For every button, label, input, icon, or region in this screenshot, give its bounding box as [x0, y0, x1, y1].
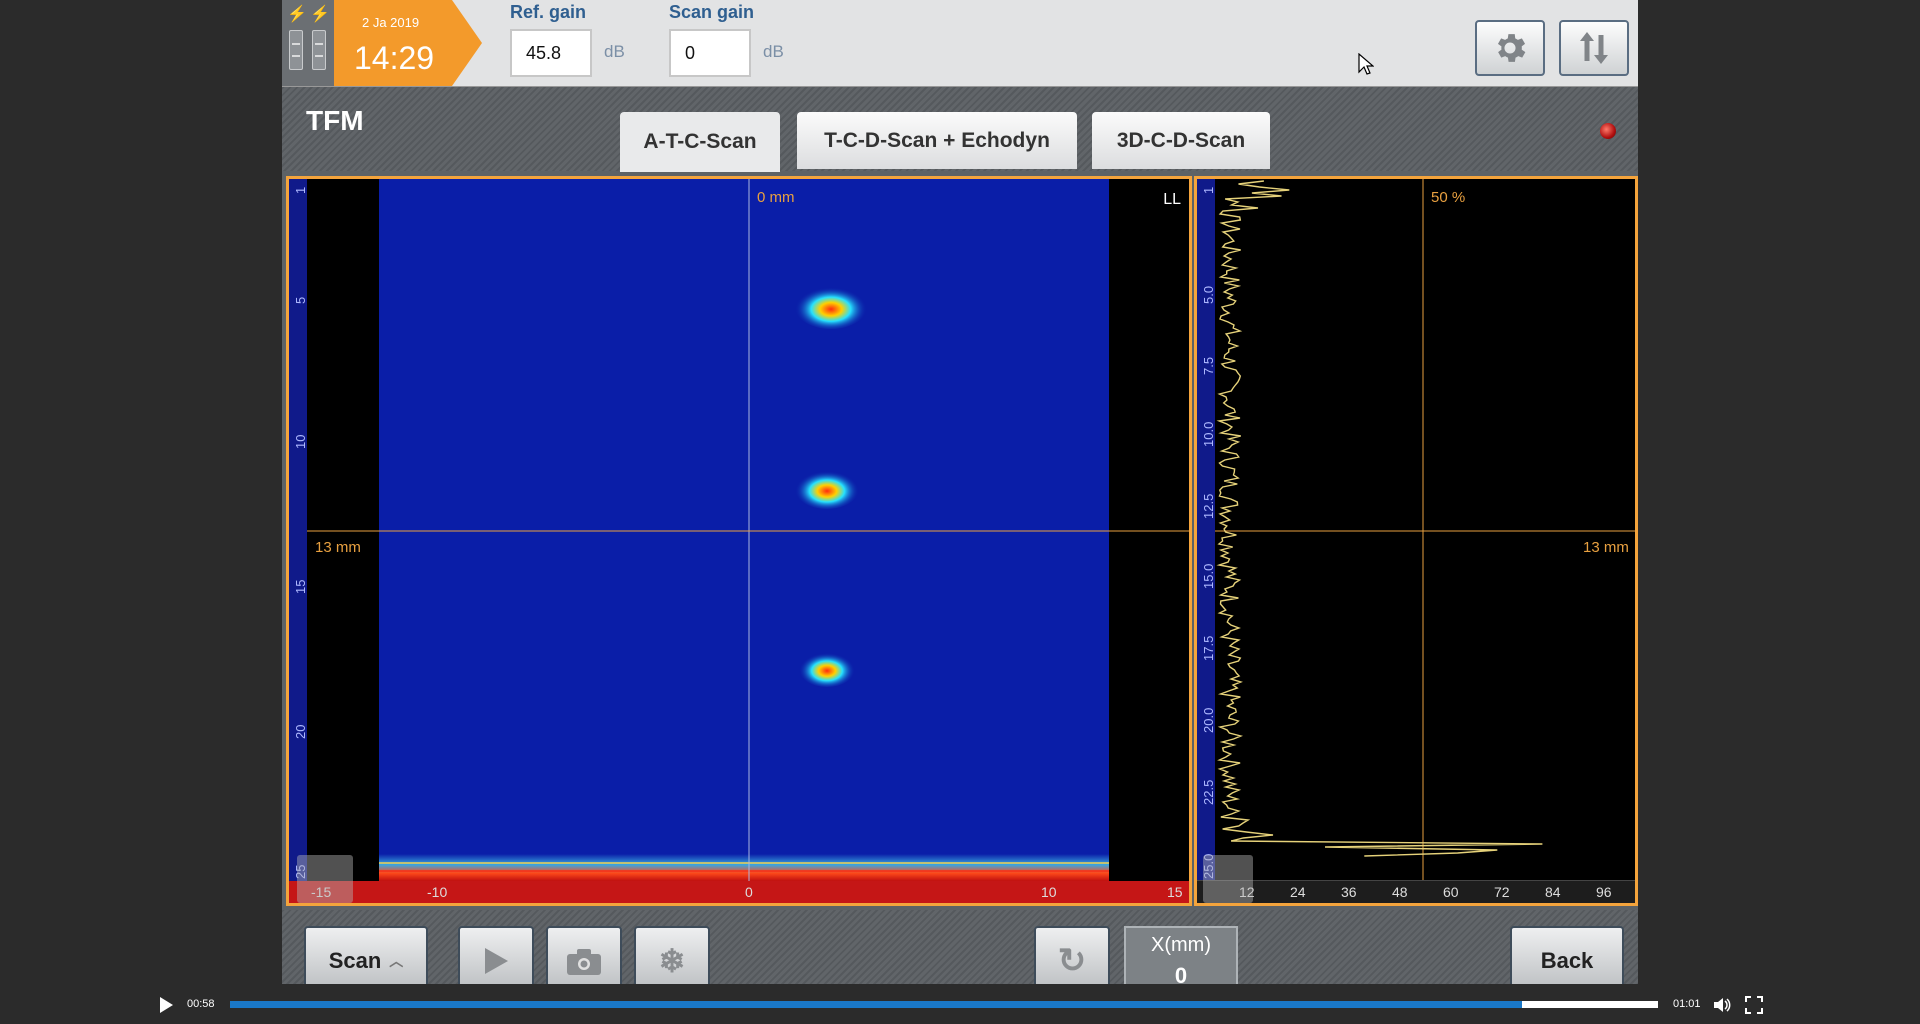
top-bar: ⚡ ⚡ 2 Ja 2019 14:29 Ref. gain 45.8 dB Sc…: [282, 0, 1638, 87]
depth-tick: 15: [293, 579, 308, 594]
depth-ruler: 1 5 10 15 20 25: [289, 179, 308, 881]
settings-button[interactable]: [1475, 20, 1545, 76]
transfer-button[interactable]: [1559, 20, 1629, 76]
freeze-button[interactable]: ❄: [634, 926, 710, 984]
charging-icon: ⚡: [310, 6, 330, 23]
bottom-toolbar: Scan ︿ ❄ ↻ X(mm) 0 Back: [282, 910, 1638, 984]
depth-tick: 22.5: [1201, 779, 1216, 805]
play-icon: [485, 948, 508, 974]
mouse-pointer-icon: [1358, 53, 1374, 75]
ascan-panel[interactable]: 1 5.0 7.5 10.0 12.5 15.0 17.5 20.0 22.5 …: [1194, 176, 1638, 906]
collapse-button[interactable]: [297, 855, 353, 903]
video-controls: 00:58 01:01: [0, 984, 1920, 1024]
date-time-badge: 2 Ja 2019 14:29: [334, 0, 482, 86]
charging-icon: ⚡: [287, 6, 307, 23]
depth-tick: 5.0: [1201, 285, 1216, 304]
cscan-panel[interactable]: 1 5 10 15 20 25 -15 -10 0 10 15 0 mm 13 …: [286, 176, 1192, 906]
depth-tick: 20.0: [1201, 707, 1216, 733]
x-tick: 15: [1167, 884, 1183, 900]
amplitude-ruler: 12 24 36 48 60 72 84 96: [1197, 880, 1635, 903]
gear-icon: [1497, 34, 1526, 62]
x-value: 0: [1174, 963, 1188, 984]
scan-gain-label: Scan gain: [669, 2, 755, 22]
scan-label: Scan: [328, 948, 382, 973]
depth-tick: 7.5: [1201, 356, 1216, 375]
battery-status: ⚡ ⚡: [282, 0, 334, 86]
reset-button[interactable]: ↻: [1034, 926, 1110, 984]
ref-gain-input[interactable]: 45.8: [510, 29, 592, 77]
x-ruler: -15 -10 0 10 15: [289, 881, 1189, 903]
x-position-display: X(mm) 0: [1124, 926, 1238, 984]
scan-menu-button[interactable]: Scan ︿: [304, 926, 428, 984]
ref-gain-unit: dB: [604, 42, 625, 61]
amp-tick: 60: [1443, 884, 1459, 900]
status-led: [1600, 123, 1616, 139]
depth-tick: 17.5: [1201, 635, 1216, 661]
x-cursor-label: 0 mm: [757, 189, 795, 206]
depth-tick: 15.0: [1201, 563, 1216, 589]
seek-bar[interactable]: [230, 1001, 1658, 1008]
play-button[interactable]: [458, 926, 534, 984]
amp-tick: 96: [1596, 884, 1612, 900]
depth-tick: 1: [293, 186, 308, 194]
battery-cell-icon: [289, 30, 303, 70]
back-button[interactable]: Back: [1510, 926, 1624, 984]
depth-cursor-label: 13 mm: [1583, 539, 1629, 556]
x-tick: -10: [427, 884, 448, 900]
time-text: 14:29: [354, 40, 435, 76]
depth-tick: 10: [293, 434, 308, 449]
scan-gain-input[interactable]: 0: [669, 29, 751, 77]
depth-tick: 12.5: [1201, 493, 1216, 519]
up-down-arrows-icon: [1580, 32, 1608, 64]
y-cursor-label: 13 mm: [315, 539, 361, 556]
elapsed-time: 00:58: [187, 998, 215, 1010]
amp-tick: 36: [1341, 884, 1357, 900]
page-title: TFM: [306, 105, 364, 136]
collapse-button[interactable]: [1203, 855, 1253, 903]
amp-tick: 84: [1545, 884, 1561, 900]
x-label: X(mm): [1151, 934, 1211, 956]
amp-tick: 48: [1392, 884, 1408, 900]
chevron-up-icon: ︿: [389, 953, 404, 969]
x-tick: 10: [1041, 884, 1057, 900]
depth-tick: 20: [293, 724, 308, 739]
snowflake-icon: ❄: [658, 943, 686, 979]
mode-label: LL: [1163, 191, 1181, 208]
battery-2: ⚡: [310, 6, 330, 76]
depth-ruler: 1 5.0 7.5 10.0 12.5 15.0 17.5 20.0 22.5 …: [1197, 179, 1216, 881]
camera-icon: [567, 949, 601, 975]
refresh-icon: ↻: [1057, 942, 1087, 980]
volume-icon[interactable]: [1713, 996, 1731, 1014]
battery-cell-icon: [312, 30, 326, 70]
tab-a-t-c-scan[interactable]: A-T-C-Scan: [620, 112, 780, 172]
depth-tick: 1: [1201, 186, 1216, 194]
tab-3d-c-d-scan[interactable]: 3D-C-D-Scan: [1092, 112, 1270, 169]
date-text: 2 Ja 2019: [362, 15, 420, 30]
ascan-trace: [1215, 179, 1635, 881]
total-duration: 01:01: [1673, 998, 1701, 1010]
snapshot-button[interactable]: [546, 926, 622, 984]
scan-gain-unit: dB: [763, 42, 784, 61]
depth-tick: 10.0: [1201, 421, 1216, 447]
play-icon[interactable]: [158, 996, 174, 1014]
ref-gain-label: Ref. gain: [510, 2, 587, 22]
cscan-image: [307, 179, 1189, 881]
amplitude-cursor-label: 50 %: [1431, 189, 1466, 206]
fullscreen-icon[interactable]: [1745, 996, 1763, 1014]
tab-t-c-d-scan-echodyn[interactable]: T-C-D-Scan + Echodyn: [797, 112, 1077, 169]
x-tick: 0: [745, 884, 753, 900]
depth-tick: 5: [293, 296, 308, 304]
view-header: TFM A-T-C-Scan T-C-D-Scan + Echodyn 3D-C…: [282, 87, 1638, 172]
amp-tick: 72: [1494, 884, 1510, 900]
battery-1: ⚡: [287, 6, 307, 76]
app-window: ⚡ ⚡ 2 Ja 2019 14:29 Ref. gain 45.8 dB Sc…: [282, 0, 1638, 984]
seek-bar-progress: [230, 1001, 1523, 1008]
amp-tick: 24: [1290, 884, 1306, 900]
